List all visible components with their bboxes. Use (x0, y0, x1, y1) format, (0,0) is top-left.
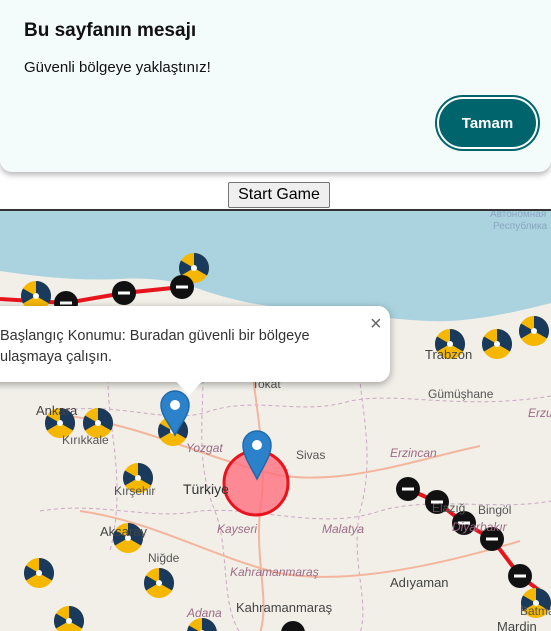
dialog-message: Güvenli bölgeye yaklaştınız! (24, 59, 211, 76)
close-icon[interactable]: × (370, 313, 382, 336)
dialog-title: Bu sayfanın mesajı (24, 20, 197, 41)
map-label: Республика (493, 221, 548, 232)
map-label: Ankara (36, 403, 78, 418)
start-game-button[interactable]: Start Game (228, 182, 330, 208)
map-label: Sivas (296, 448, 326, 462)
map-label: Adana (187, 606, 222, 620)
map-label: Malatya (322, 522, 365, 536)
map-label: Trabzon (425, 347, 473, 362)
map-label: Niğde (148, 551, 180, 565)
map-label: Kayseri (217, 522, 258, 536)
map-label: Batman (520, 604, 551, 618)
map[interactable]: Автономная Республика Trabzon Gümüşhane … (0, 209, 551, 631)
map-label: Erzincan (390, 446, 437, 460)
map-label: Diyarbakır (452, 520, 507, 534)
map-label: Kahramanmaraş (236, 600, 333, 615)
map-label: Kırşehir (114, 484, 156, 498)
map-label: Yozgat (186, 441, 223, 455)
map-label: Elazığ (432, 501, 466, 515)
map-label: Kahramanmaraş (230, 565, 319, 579)
map-label: Bingöl (478, 503, 512, 517)
alert-dialog: Bu sayfanın mesajı Güvenli bölgeye yakla… (0, 0, 551, 172)
black-sea (0, 211, 551, 322)
map-popup: Başlangıç Konumu: Buradan güvenli bir bö… (0, 306, 390, 382)
popup-tip (175, 380, 203, 396)
map-label: Kırıkkale (62, 433, 109, 447)
map-label: Автономная (490, 209, 547, 220)
map-label: Gümüşhane (428, 387, 494, 401)
map-label: Adıyaman (390, 575, 449, 590)
map-label: Aksaray (100, 524, 147, 539)
ok-button[interactable]: Tamam (435, 95, 540, 151)
popup-text: Başlangıç Konumu: Buradan güvenli bir bö… (0, 328, 310, 365)
map-label: Mardin (497, 619, 537, 631)
map-label: Türkiye (183, 481, 229, 497)
map-label: Erzu (528, 406, 551, 420)
